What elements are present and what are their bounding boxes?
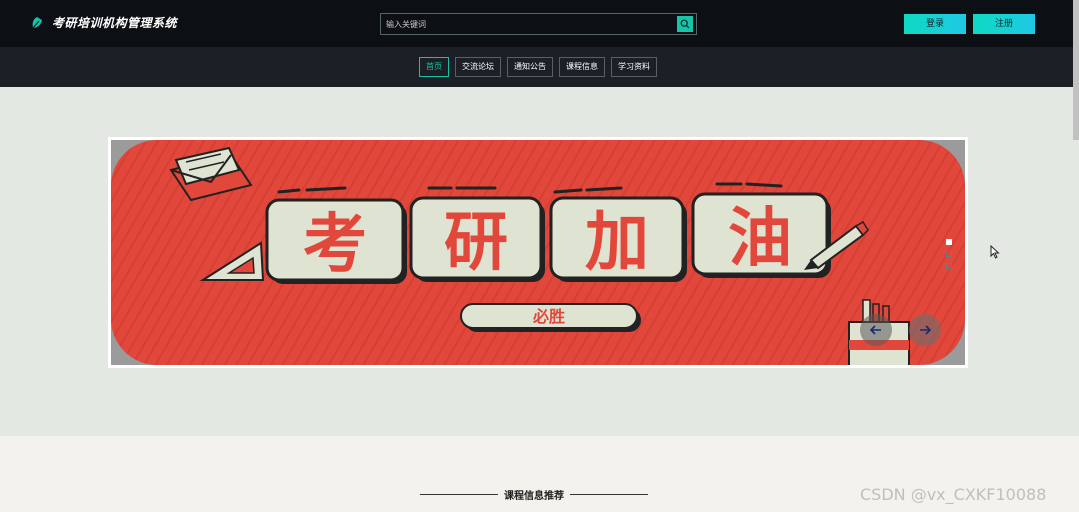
watermark: CSDN @vx_CXKF10088 bbox=[860, 485, 1047, 504]
search-input[interactable] bbox=[381, 14, 675, 34]
nav-item-home[interactable]: 首页 bbox=[419, 57, 449, 77]
banner-image: 考 研 加 油 必胜 bbox=[111, 140, 965, 365]
mouse-cursor-icon bbox=[990, 245, 1000, 259]
banner-carousel[interactable]: 考 研 加 油 必胜 bbox=[108, 137, 968, 368]
banner-subtitle: 必胜 bbox=[532, 307, 565, 326]
section-divider-right bbox=[570, 494, 648, 495]
section-divider-left bbox=[420, 494, 498, 495]
search-box bbox=[380, 13, 697, 35]
banner-slide[interactable]: 考 研 加 油 必胜 bbox=[111, 140, 965, 365]
banner-area: 考 研 加 油 必胜 bbox=[0, 87, 1079, 436]
headline-char-1: 考 bbox=[303, 208, 367, 282]
brand[interactable]: 考研培训机构管理系统 bbox=[30, 14, 177, 31]
scrollbar[interactable] bbox=[1073, 0, 1079, 140]
headline-char-2: 研 bbox=[444, 206, 508, 280]
register-button[interactable]: 注册 bbox=[973, 14, 1035, 34]
headline-char-4: 油 bbox=[728, 202, 792, 276]
login-button[interactable]: 登录 bbox=[904, 14, 966, 34]
headline-char-3: 加 bbox=[585, 206, 649, 280]
arrow-left-icon bbox=[870, 325, 881, 335]
arrow-right-icon bbox=[920, 325, 931, 335]
search-button[interactable] bbox=[677, 16, 693, 32]
carousel-next-button[interactable] bbox=[909, 314, 941, 346]
carousel-dot-1[interactable] bbox=[946, 239, 952, 245]
section-title: 课程信息推荐 bbox=[504, 491, 564, 502]
carousel-dot-3[interactable] bbox=[946, 263, 952, 269]
nav-item-forum[interactable]: 交流论坛 bbox=[455, 57, 501, 77]
nav-item-materials[interactable]: 学习资料 bbox=[611, 57, 657, 77]
top-header: 考研培训机构管理系统 登录 注册 bbox=[0, 0, 1079, 47]
carousel-dot-2[interactable] bbox=[946, 251, 952, 257]
nav-item-courses[interactable]: 课程信息 bbox=[559, 57, 605, 77]
carousel-indicators bbox=[946, 239, 952, 269]
search-icon bbox=[680, 19, 690, 29]
nav-items: 首页 交流论坛 通知公告 课程信息 学习资料 bbox=[419, 57, 657, 77]
section-header: 课程信息推荐 bbox=[420, 487, 648, 502]
carousel-prev-button[interactable] bbox=[860, 314, 892, 346]
brand-title: 考研培训机构管理系统 bbox=[52, 16, 178, 30]
main-nav: 首页 交流论坛 通知公告 课程信息 学习资料 bbox=[0, 47, 1079, 87]
leaf-icon bbox=[32, 16, 42, 28]
nav-item-notices[interactable]: 通知公告 bbox=[507, 57, 553, 77]
